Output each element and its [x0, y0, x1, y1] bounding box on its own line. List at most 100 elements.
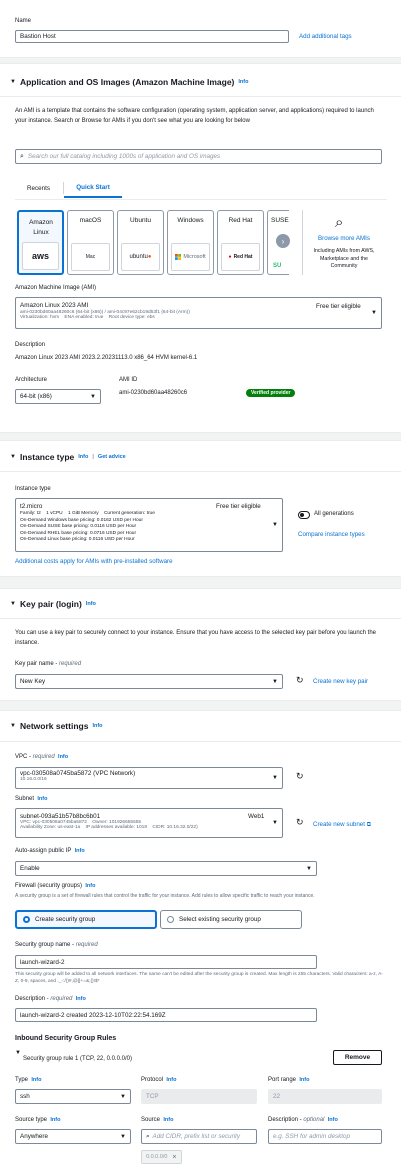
source-input[interactable]: ⌕ Add CIDR, prefix list or security [141, 1129, 257, 1144]
rule-1-header[interactable]: ▼ Security group rule 1 (TCP, 22, 0.0.0.0… [15, 1050, 132, 1062]
ami-description-value: Amazon Linux 2023 AMI 2023.2.20231113.0 … [15, 355, 198, 361]
info-link[interactable]: Info [78, 454, 88, 460]
vpc-label: VPC - required Info [15, 754, 69, 760]
chevron-down-icon: ▼ [272, 521, 278, 528]
add-additional-tags-link[interactable]: Add additional tags [299, 33, 352, 40]
info-link[interactable]: Info [299, 1077, 309, 1083]
vpc-select[interactable]: vpc-030508a0745ba5872 (VPC Network) 10.1… [15, 767, 283, 789]
info-link[interactable]: Info [31, 1077, 41, 1083]
firewall-label: Firewall (security groups) Info [15, 883, 96, 889]
radio-unselected-icon [167, 916, 174, 923]
ami-free-tier-label: Free tier eligible [316, 303, 361, 310]
architecture-label: Architecture [15, 377, 48, 383]
toggle-knob [299, 512, 304, 517]
instance-free-tier-label: Free tier eligible [216, 503, 261, 510]
sg-name-input[interactable]: launch-wizard-2 [15, 955, 317, 969]
info-link[interactable]: Info [238, 79, 248, 85]
tab-quick-start[interactable]: Quick Start [64, 178, 122, 198]
info-link[interactable]: Info [58, 754, 68, 760]
key-pair-header[interactable]: ▼ Key pair (login) Info [10, 599, 96, 609]
sg-description-input[interactable]: launch-wizard-2 created 2023-12-10T02:22… [15, 1008, 317, 1022]
additional-costs-link[interactable]: Additional costs apply for AMIs with pre… [15, 558, 173, 565]
info-link[interactable]: Info [166, 1077, 176, 1083]
chevron-down-icon: ▼ [120, 1133, 126, 1140]
select-existing-security-group-label: Select existing security group [179, 916, 261, 923]
select-existing-security-group-option[interactable]: Select existing security group [160, 910, 302, 929]
os-tile-ubuntu[interactable]: Ubuntu ubuntu ● [117, 210, 164, 275]
aws-logo-icon: aws [22, 242, 59, 270]
os-tile-name: Red Hat [228, 217, 253, 224]
refresh-icon[interactable]: ↻ [296, 675, 304, 686]
refresh-icon[interactable]: ↻ [296, 817, 304, 828]
architecture-value: 64-bit (x86) [20, 393, 52, 400]
ami-select[interactable]: Amazon Linux 2023 AMI ami-0230bd60aa4826… [15, 297, 382, 329]
tab-recents-label: Recents [26, 184, 51, 192]
info-link[interactable]: Info [50, 1117, 60, 1123]
rule-description-input[interactable]: e.g. SSH for admin desktop [268, 1129, 382, 1144]
auto-assign-ip-value: Enable [20, 865, 40, 872]
all-generations-toggle[interactable] [298, 511, 310, 519]
name-input[interactable]: Bastion Host [15, 30, 289, 43]
key-pair-name-label: Key pair name - required [15, 661, 82, 667]
create-new-subnet-link[interactable]: Create new subnet ⧉ [313, 821, 371, 829]
search-icon: ⌕ [20, 152, 24, 160]
instance-type-select[interactable]: t2.micro Family: t2 1 vCPU 1 GiB Memory … [15, 498, 283, 552]
tiles-browse-divider [302, 210, 303, 275]
info-link[interactable]: Info [85, 883, 95, 889]
os-tile-red-hat[interactable]: Red Hat ● Red Hat [217, 210, 264, 275]
tiles-scroll-right-button[interactable]: › [276, 234, 290, 248]
info-link[interactable]: Info [37, 796, 47, 802]
info-link[interactable]: Info [328, 1117, 338, 1123]
rule-type-select[interactable]: ssh ▼ [15, 1089, 131, 1104]
os-tile-windows[interactable]: Windows Microsoft [167, 210, 214, 275]
source-token-value: 0.0.0.0/0 [146, 1154, 168, 1160]
ami-search-input[interactable]: ⌕ Search our full catalog including 1000… [15, 149, 382, 164]
get-advice-link[interactable]: Get advice [98, 454, 126, 460]
info-link[interactable]: Info [75, 848, 85, 854]
chevron-down-icon: ▼ [371, 310, 377, 316]
external-link-icon: ⧉ [366, 821, 372, 828]
os-tile-macos[interactable]: macOS Mac [67, 210, 114, 275]
refresh-icon[interactable]: ↻ [296, 771, 304, 782]
rule-port-field: 22 [268, 1089, 382, 1104]
instance-type-header[interactable]: ▼ Instance type Info | Get advice [10, 452, 126, 462]
chevron-down-icon: ▼ [120, 1093, 126, 1100]
source-label: Source Info [141, 1117, 174, 1123]
tab-quick-start-label: Quick Start [76, 183, 110, 191]
expand-triangle-icon: ▼ [10, 79, 16, 85]
tab-recents[interactable]: Recents [15, 178, 62, 198]
close-icon[interactable]: × [172, 1154, 176, 1161]
verified-provider-badge: Verified provider [246, 389, 296, 397]
remove-rule-button[interactable]: Remove [333, 1050, 382, 1065]
expand-triangle-icon: ▼ [10, 454, 16, 460]
create-new-key-pair-link[interactable]: Create new key pair [313, 678, 368, 685]
auto-assign-ip-select[interactable]: Enable ▼ [15, 861, 317, 876]
name-panel: Name Bastion Host Add additional tags [0, 0, 401, 58]
network-settings-header[interactable]: ▼ Network settings Info [10, 721, 103, 731]
name-label: Name [15, 18, 32, 24]
subnet-name: Web1 [248, 813, 265, 820]
ami-section-header[interactable]: ▼ Application and OS Images (Amazon Mach… [10, 77, 248, 87]
info-link[interactable]: Info [86, 601, 96, 607]
architecture-select[interactable]: 64-bit (x86) ▼ [15, 389, 101, 404]
info-link[interactable]: Info [163, 1117, 173, 1123]
browse-more-description: Including AMIs from AWS, Marketplace and… [313, 248, 375, 269]
subnet-select[interactable]: subnet-093a51b57b8bc6b01 VPC: vpc-030508… [15, 808, 283, 838]
all-generations-label: All generations [314, 511, 354, 517]
key-pair-title: Key pair (login) [19, 599, 82, 609]
info-link[interactable]: Info [92, 723, 102, 729]
search-icon: ⌕ [335, 214, 344, 231]
divider [0, 741, 401, 742]
firewall-description: A security group is a set of firewall ru… [15, 893, 315, 899]
source-type-select[interactable]: Anywhere ▼ [15, 1129, 131, 1144]
rule-description-label: Description - optional Info [268, 1117, 338, 1123]
chevron-down-icon: ▼ [272, 678, 278, 685]
create-security-group-option[interactable]: Create security group [15, 910, 157, 929]
os-tile-amazon-linux[interactable]: Amazon Linux aws [17, 210, 64, 275]
compare-instance-types-link[interactable]: Compare instance types [298, 531, 365, 538]
instance-type-title: Instance type [19, 452, 75, 462]
info-link[interactable]: Info [76, 996, 86, 1002]
browse-more-amis-link[interactable]: Browse more AMIs [309, 235, 379, 242]
key-pair-select[interactable]: New Key ▼ [15, 674, 283, 689]
rule-port-label: Port range Info [268, 1077, 310, 1083]
